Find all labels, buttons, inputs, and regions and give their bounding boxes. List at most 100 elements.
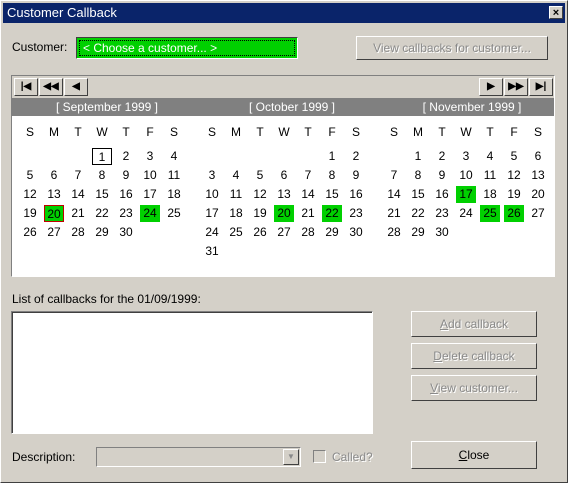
calendar-day[interactable]: 13 (274, 186, 294, 203)
calendar-day[interactable]: 20 (528, 186, 548, 203)
prev-fast-icon[interactable]: ◀◀ (39, 78, 63, 96)
calendar-day[interactable]: 7 (298, 167, 318, 184)
calendar-day[interactable]: 18 (480, 186, 500, 203)
calendar-day[interactable]: 9 (346, 167, 366, 184)
calendar-day[interactable]: 25 (226, 224, 246, 241)
calendar-day[interactable]: 8 (322, 167, 342, 184)
calendar-day[interactable]: 17 (140, 186, 160, 203)
calendar-day[interactable]: 15 (408, 186, 428, 203)
first-month-icon[interactable]: |◀ (14, 78, 38, 96)
next-fast-icon[interactable]: ▶▶ (504, 78, 528, 96)
calendar-day[interactable]: 9 (432, 167, 452, 184)
calendar-day[interactable]: 26 (250, 224, 270, 241)
calendar-day[interactable]: 10 (202, 186, 222, 203)
calendar-day[interactable]: 2 (346, 148, 366, 165)
calendar-day[interactable]: 27 (528, 205, 548, 222)
add-callback-button[interactable]: Add callback (411, 311, 537, 337)
calendar-day[interactable]: 22 (322, 205, 342, 222)
calendar-day[interactable]: 5 (504, 148, 524, 165)
calendar-day[interactable]: 7 (384, 167, 404, 184)
calendar-day[interactable]: 12 (504, 167, 524, 184)
calendar-day[interactable]: 6 (44, 167, 64, 184)
calendar-day[interactable]: 21 (68, 205, 88, 222)
calendar-day[interactable]: 25 (164, 205, 184, 222)
calendar-day[interactable]: 24 (456, 205, 476, 222)
calendar-day[interactable]: 23 (346, 205, 366, 222)
calendar-day[interactable]: 28 (384, 224, 404, 241)
calendar-day[interactable]: 18 (226, 205, 246, 222)
delete-callback-button[interactable]: Delete callback (411, 343, 537, 369)
calendar-day[interactable]: 11 (226, 186, 246, 203)
calendar-day[interactable]: 20 (44, 205, 64, 222)
called-checkbox[interactable] (313, 450, 326, 463)
calendar-day[interactable]: 16 (432, 186, 452, 203)
calendar-day[interactable]: 4 (226, 167, 246, 184)
calendar-day[interactable]: 11 (164, 167, 184, 184)
callback-list[interactable] (11, 311, 373, 434)
calendar-day[interactable]: 17 (202, 205, 222, 222)
calendar-day[interactable]: 16 (116, 186, 136, 203)
calendar-day[interactable]: 13 (528, 167, 548, 184)
calendar-day[interactable]: 22 (92, 205, 112, 222)
calendar-day[interactable]: 23 (432, 205, 452, 222)
calendar-day[interactable]: 18 (164, 186, 184, 203)
calendar-day[interactable]: 16 (346, 186, 366, 203)
calendar-day[interactable]: 14 (68, 186, 88, 203)
calendar-day[interactable]: 1 (92, 148, 112, 165)
close-window-button[interactable]: × (549, 6, 563, 19)
calendar-day[interactable]: 22 (408, 205, 428, 222)
prev-month-icon[interactable]: ◀ (64, 78, 88, 96)
calendar-day[interactable]: 24 (140, 205, 160, 222)
calendar-day[interactable]: 1 (408, 148, 428, 165)
calendar-day[interactable]: 3 (456, 148, 476, 165)
calendar-day[interactable]: 1 (322, 148, 342, 165)
calendar-day[interactable]: 12 (20, 186, 40, 203)
calendar-day[interactable]: 17 (456, 186, 476, 203)
calendar-day[interactable]: 9 (116, 167, 136, 184)
calendar-day[interactable]: 31 (202, 243, 222, 260)
calendar-day[interactable]: 3 (202, 167, 222, 184)
view-customer-button[interactable]: View customer... (411, 375, 537, 401)
description-select[interactable]: ▼ (96, 447, 301, 467)
calendar-day[interactable]: 15 (322, 186, 342, 203)
customer-select[interactable]: < Choose a customer... > (76, 37, 298, 59)
calendar-day[interactable]: 5 (250, 167, 270, 184)
calendar-day[interactable]: 30 (346, 224, 366, 241)
calendar-day[interactable]: 14 (298, 186, 318, 203)
calendar-day[interactable]: 2 (432, 148, 452, 165)
calendar-day[interactable]: 2 (116, 148, 136, 165)
calendar-day[interactable]: 4 (164, 148, 184, 165)
view-callbacks-button[interactable]: View callbacks for customer... (356, 36, 548, 60)
calendar-day[interactable]: 3 (140, 148, 160, 165)
calendar-day[interactable]: 27 (274, 224, 294, 241)
calendar-day[interactable]: 19 (20, 205, 40, 222)
calendar-day[interactable]: 7 (68, 167, 88, 184)
title-bar[interactable]: Customer Callback × (3, 3, 565, 23)
last-month-icon[interactable]: ▶| (529, 78, 553, 96)
calendar-day[interactable]: 30 (432, 224, 452, 241)
calendar-day[interactable]: 19 (250, 205, 270, 222)
calendar-day[interactable]: 5 (20, 167, 40, 184)
calendar-day[interactable]: 29 (92, 224, 112, 241)
calendar-day[interactable]: 26 (504, 205, 524, 222)
calendar-day[interactable]: 28 (68, 224, 88, 241)
chevron-down-icon[interactable]: ▼ (283, 449, 299, 465)
calendar-day[interactable]: 11 (480, 167, 500, 184)
calendar-day[interactable]: 29 (322, 224, 342, 241)
calendar-day[interactable]: 29 (408, 224, 428, 241)
calendar-day[interactable]: 21 (298, 205, 318, 222)
calendar-day[interactable]: 25 (480, 205, 500, 222)
calendar-day[interactable]: 30 (116, 224, 136, 241)
calendar-day[interactable]: 4 (480, 148, 500, 165)
calendar-day[interactable]: 10 (140, 167, 160, 184)
calendar-day[interactable]: 8 (92, 167, 112, 184)
close-button[interactable]: Close (411, 441, 537, 469)
calendar-day[interactable]: 27 (44, 224, 64, 241)
calendar-day[interactable]: 26 (20, 224, 40, 241)
calendar-day[interactable]: 28 (298, 224, 318, 241)
calendar-day[interactable]: 13 (44, 186, 64, 203)
calendar-day[interactable]: 20 (274, 205, 294, 222)
next-month-icon[interactable]: ▶ (479, 78, 503, 96)
calendar-day[interactable]: 24 (202, 224, 222, 241)
calendar-day[interactable]: 21 (384, 205, 404, 222)
